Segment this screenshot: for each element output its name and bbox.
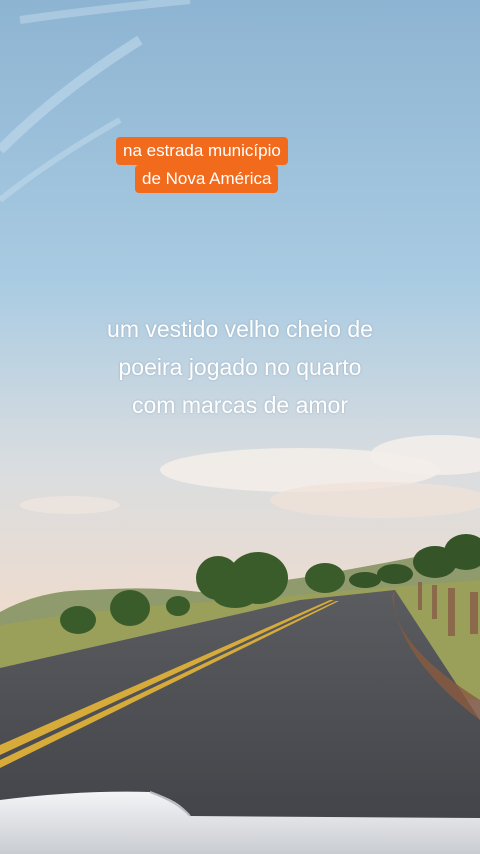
location-label-line-2: de Nova América bbox=[135, 165, 279, 193]
caption-line: com marcas de amor bbox=[131, 392, 348, 418]
location-label-line-1: na estrada município bbox=[116, 137, 288, 165]
caption-line: poeira jogado no quarto bbox=[118, 354, 362, 380]
cloud bbox=[20, 496, 120, 514]
cloud bbox=[270, 482, 480, 518]
road-scene-photo bbox=[0, 0, 480, 854]
caption-text: um vestido velho cheio de poeira jogado … bbox=[0, 310, 480, 424]
caption-line: um vestido velho cheio de bbox=[107, 316, 373, 342]
